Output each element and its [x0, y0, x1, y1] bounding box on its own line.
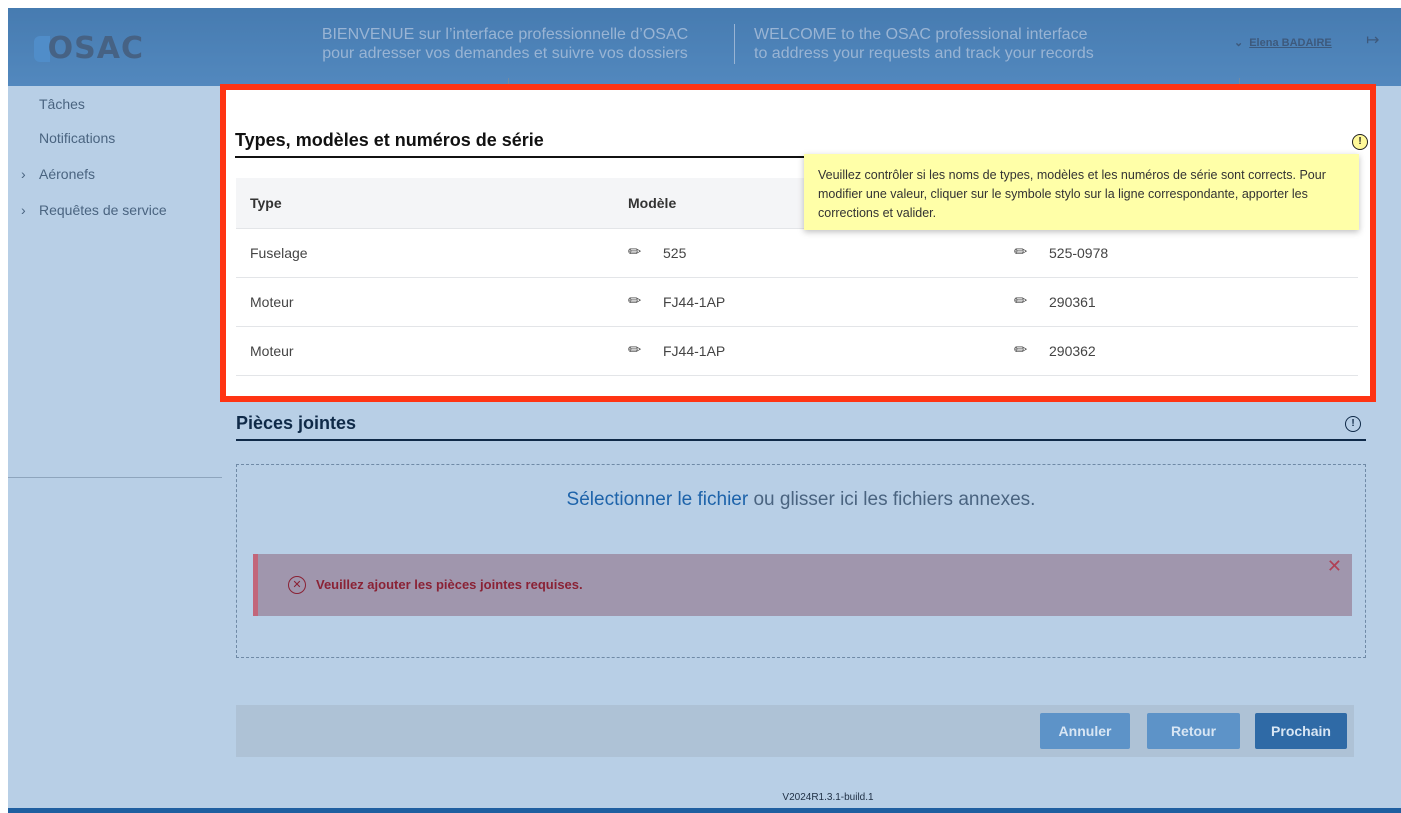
- window-bottom-edge: [8, 808, 1401, 813]
- type-cell: Moteur: [250, 343, 294, 359]
- serial-cell: 290362: [1049, 343, 1096, 359]
- pencil-icon[interactable]: ✏︎: [1014, 242, 1027, 262]
- pencil-icon[interactable]: ✏︎: [1014, 340, 1027, 360]
- serial-cell: 525-0978: [1049, 245, 1109, 261]
- table-row: Moteur ✏︎ FJ44-1AP ✏︎ 290362: [236, 326, 1358, 376]
- table-row: Fuselage ✏︎ 525 ✏︎ 525-0978: [236, 228, 1358, 277]
- back-button[interactable]: Retour: [1147, 713, 1240, 749]
- error-message: Veuillez ajouter les pièces jointes requ…: [316, 577, 583, 592]
- pencil-icon[interactable]: ✏︎: [628, 291, 641, 311]
- close-icon[interactable]: ✕: [1327, 556, 1342, 577]
- type-cell: Moteur: [250, 294, 294, 310]
- error-icon: ✕: [288, 576, 306, 594]
- app-header: OSAC BIENVENUE sur l’interface professio…: [8, 8, 1401, 86]
- info-icon[interactable]: !: [1352, 134, 1368, 150]
- type-cell: Fuselage: [250, 245, 308, 261]
- column-header-type: Type: [250, 195, 282, 211]
- sidebar-item-notifications[interactable]: Notifications: [39, 130, 115, 146]
- sidebar-item-label: Aéronefs: [39, 166, 96, 182]
- pencil-icon[interactable]: ✏︎: [628, 340, 641, 360]
- section-title: Types, modèles et numéros de série: [235, 130, 544, 150]
- chevron-right-icon: ›: [21, 202, 26, 218]
- select-file-link[interactable]: Sélectionner le fichier: [567, 489, 749, 510]
- version-label: V2024R1.3.1-build.1: [782, 792, 874, 803]
- attachments-title: Pièces jointes: [236, 413, 357, 433]
- types-models-serials-card: Types, modèles et numéros de série ! Typ…: [220, 84, 1376, 402]
- help-tooltip: Veuillez contrôler si les noms de types,…: [804, 154, 1359, 230]
- next-button[interactable]: Prochain: [1255, 713, 1347, 749]
- pencil-icon[interactable]: ✏︎: [628, 242, 641, 262]
- attachments-underline: [236, 439, 1366, 441]
- sidebar-item-aeronefs[interactable]: › Aéronefs: [21, 166, 96, 182]
- sidebar-divider: [8, 477, 222, 478]
- model-cell: FJ44-1AP: [663, 343, 726, 359]
- header-overlay: [8, 8, 1401, 86]
- chevron-right-icon: ›: [21, 166, 26, 182]
- info-icon[interactable]: !: [1345, 416, 1361, 432]
- error-alert: ✕ Veuillez ajouter les pièces jointes re…: [253, 554, 1352, 616]
- sidebar-item-label: Requêtes de service: [39, 202, 167, 218]
- serial-cell: 290361: [1049, 294, 1096, 310]
- drop-hint: ou glisser ici les fichiers annexes.: [748, 489, 1036, 510]
- file-dropzone[interactable]: Sélectionner le fichier ou glisser ici l…: [236, 464, 1366, 658]
- sidebar: Tâches Notifications › Aéronefs › Requêt…: [8, 86, 222, 808]
- column-header-model: Modèle: [628, 195, 677, 211]
- sidebar-item-label: Tâches: [39, 96, 85, 112]
- app-window: OSAC BIENVENUE sur l’interface professio…: [8, 8, 1401, 808]
- cancel-button[interactable]: Annuler: [1040, 713, 1130, 749]
- action-bar: Annuler Retour Prochain: [236, 705, 1354, 757]
- window-edge: [0, 8, 8, 813]
- table-row: Moteur ✏︎ FJ44-1AP ✏︎ 290361: [236, 277, 1358, 326]
- sidebar-item-requetes[interactable]: › Requêtes de service: [21, 202, 167, 218]
- dropzone-text: Sélectionner le fichier ou glisser ici l…: [237, 489, 1365, 511]
- model-cell: 525: [663, 245, 687, 261]
- sidebar-item-taches[interactable]: Tâches: [39, 96, 85, 112]
- sidebar-item-label: Notifications: [39, 130, 116, 146]
- pencil-icon[interactable]: ✏︎: [1014, 291, 1027, 311]
- model-cell: FJ44-1AP: [663, 294, 726, 310]
